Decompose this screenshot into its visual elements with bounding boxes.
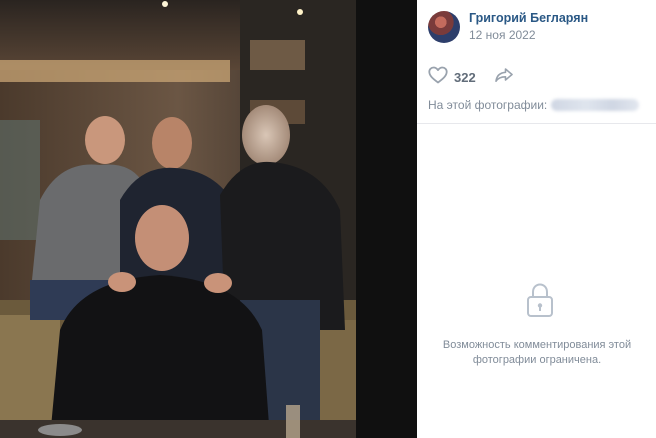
post-date[interactable]: 12 ноя 2022 (469, 28, 588, 43)
photo-info-panel: Григорий Бегларян 12 ноя 2022 322 На это… (417, 0, 656, 438)
tags-label: На этой фотографии: (428, 98, 548, 112)
restricted-line-2: фотографии ограничена. (472, 354, 602, 366)
photo-tags-row: На этой фотографии: (428, 98, 640, 112)
share-button[interactable] (494, 67, 514, 88)
tagged-people-blurred[interactable] (551, 99, 640, 111)
like-button[interactable]: 322 (428, 66, 476, 89)
share-arrow-icon (494, 67, 514, 88)
panel-divider (417, 123, 656, 124)
comments-restricted-message: Возможность комментирования этой фотогра… (437, 338, 637, 368)
author-name-link[interactable]: Григорий Бегларян (469, 11, 588, 26)
like-count: 322 (454, 70, 476, 85)
post-photo[interactable] (0, 0, 356, 438)
author-meta: Григорий Бегларян 12 ноя 2022 (469, 11, 588, 43)
author-row: Григорий Бегларян 12 ноя 2022 (428, 11, 588, 43)
author-avatar[interactable] (428, 11, 460, 43)
lock-icon (524, 281, 556, 324)
heart-icon (428, 66, 448, 89)
photo-image (0, 0, 356, 438)
viewer-gutter (356, 0, 417, 438)
restricted-line-1: Возможность комментирования этой (442, 339, 632, 351)
actions-row: 322 (428, 66, 514, 89)
